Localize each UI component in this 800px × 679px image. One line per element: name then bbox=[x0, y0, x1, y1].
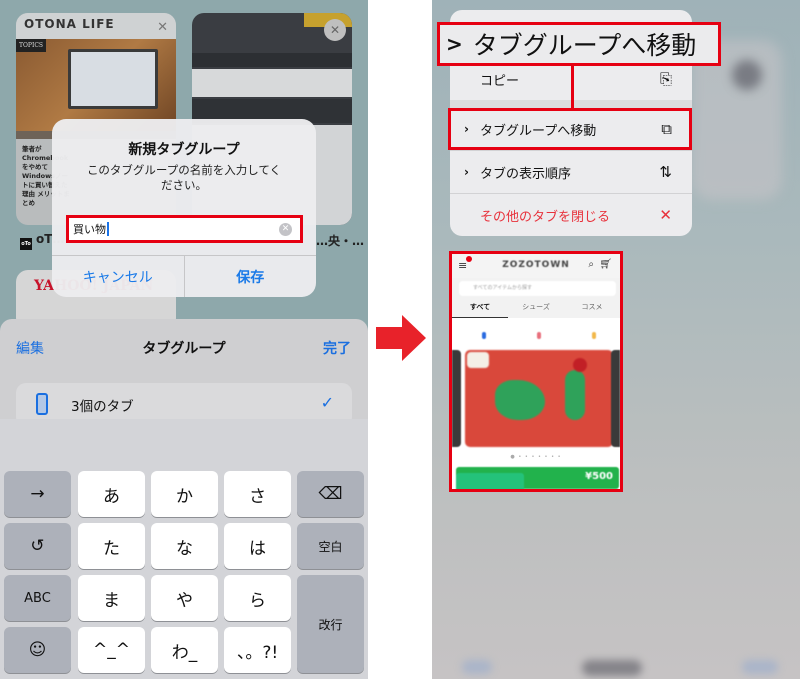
search-icon: ⌕ bbox=[588, 259, 594, 270]
edit-button[interactable]: 編集 bbox=[16, 338, 44, 358]
left-screenshot: OTONA LIFE ✕ TOPICS 筆者がChromebookをやめてWin… bbox=[0, 0, 368, 679]
promo-left bbox=[456, 473, 524, 489]
key-punct[interactable]: 、。?! bbox=[224, 627, 291, 673]
chevron-right-icon: › bbox=[464, 165, 469, 179]
tab-cosme: コスメ bbox=[581, 303, 603, 311]
abc-key[interactable]: ABC bbox=[4, 575, 71, 621]
key-ta[interactable]: た bbox=[78, 523, 145, 569]
chevron-right-icon: > bbox=[446, 32, 463, 56]
search-field: すべてのアイテムから探す bbox=[459, 281, 616, 296]
dialog-title: 新規タブグループ bbox=[128, 142, 240, 158]
japanese-kana-keyboard: → あかさ ⌫ ↺ たなは空白 ABC まやら改行 ☺ ^_^ わ_、。?! bbox=[0, 419, 368, 679]
topics-badge: TOPICS bbox=[16, 39, 47, 52]
sheet-title: タブグループ bbox=[142, 341, 226, 357]
site-logo: ZOZOTOWN bbox=[502, 260, 570, 270]
menu-item-label: その他のタブを閉じる bbox=[480, 209, 611, 225]
toolbar-ghost bbox=[462, 660, 492, 674]
tab-preview-zozotown[interactable]: ≡ ZOZOTOWN ⌕ 🛒︎ すべてのアイテムから探す すべて シューズ コス… bbox=[449, 251, 623, 492]
menu-item-label: タブの表示順序 bbox=[480, 166, 572, 182]
return-key[interactable]: 改行 bbox=[297, 575, 364, 673]
menu-item-close-other-tabs[interactable]: その他のタブを閉じる ✕ bbox=[450, 194, 692, 236]
close-tab-icon[interactable]: ✕ bbox=[324, 19, 346, 41]
indicator-dot bbox=[482, 332, 486, 339]
tab-group-label: 3個のタブ bbox=[71, 399, 134, 415]
key-a[interactable]: あ bbox=[78, 471, 145, 517]
key-ya[interactable]: や bbox=[151, 575, 218, 621]
key-sa[interactable]: さ bbox=[224, 471, 291, 517]
key-ra[interactable]: ら bbox=[224, 575, 291, 621]
tab-shoes: シューズ bbox=[522, 303, 550, 311]
right-screenshot: コピー ⎘ › タブグループへ移動 ⧉ › タブの表示順序 ⇅ その他のタブを閉… bbox=[432, 0, 800, 679]
key-ka[interactable]: か bbox=[151, 471, 218, 517]
new-tab-group-dialog: 新規タブグループ このタブグループの名前を入力してください。 買い物 ✕ キャン… bbox=[52, 119, 316, 297]
tab-group-name-input[interactable]: 買い物 ✕ bbox=[66, 215, 303, 243]
sort-icon: ⇅ bbox=[659, 163, 672, 181]
tab-title: …央・… bbox=[316, 234, 365, 248]
iphone-icon bbox=[36, 393, 48, 415]
key-na[interactable]: な bbox=[151, 523, 218, 569]
promo-strip: ¥500 bbox=[456, 467, 619, 489]
callout-connector bbox=[571, 66, 574, 110]
text-caret bbox=[107, 222, 109, 236]
page-indicator: ● • • • • • • • bbox=[510, 454, 562, 460]
cancel-button[interactable]: キャンセル bbox=[52, 256, 184, 297]
toolbar-ghost bbox=[582, 660, 642, 676]
favicon-icon: oTo bbox=[20, 238, 32, 250]
laptop-image bbox=[68, 49, 158, 109]
hero-image: TOPICS bbox=[16, 39, 176, 131]
menu-item-tab-order[interactable]: › タブの表示順序 ⇅ bbox=[450, 151, 692, 193]
indicator-dot bbox=[592, 332, 596, 339]
promo-banner bbox=[465, 350, 613, 447]
tab-all: すべて bbox=[452, 302, 508, 318]
promo-price: ¥500 bbox=[585, 471, 613, 482]
copy-icon: ⎘ bbox=[659, 70, 672, 88]
delete-key[interactable]: ⌫ bbox=[297, 471, 364, 517]
save-button[interactable]: 保存 bbox=[183, 256, 317, 297]
callout-label: > タブグループへ移動 bbox=[437, 22, 721, 66]
site-logo: OTONA LIFE bbox=[16, 13, 176, 39]
key-kaomoji[interactable]: ^_^ bbox=[78, 627, 145, 673]
highlight-box bbox=[448, 108, 692, 150]
checkmark-icon: ✓ bbox=[320, 393, 334, 412]
emoji-key[interactable]: ☺ bbox=[4, 627, 71, 673]
toolbar-ghost bbox=[742, 660, 778, 674]
category-tabs: すべて シューズ コスメ bbox=[452, 302, 620, 318]
dialog-buttons: キャンセル 保存 bbox=[52, 255, 316, 297]
cart-icon: 🛒︎ bbox=[599, 259, 612, 270]
callout-text: タブグループへ移動 bbox=[472, 31, 697, 60]
next-key[interactable]: → bbox=[4, 471, 71, 517]
background-blur bbox=[732, 60, 762, 90]
done-button[interactable]: 完了 bbox=[323, 338, 351, 358]
key-wa[interactable]: わ_ bbox=[151, 627, 218, 673]
space-key[interactable]: 空白 bbox=[297, 523, 364, 569]
menu-item-label: コピー bbox=[480, 73, 520, 89]
undo-key[interactable]: ↺ bbox=[4, 523, 71, 569]
content-strip bbox=[192, 53, 352, 67]
banner-next bbox=[611, 350, 620, 447]
close-icon: ✕ bbox=[659, 206, 672, 224]
clear-text-icon[interactable]: ✕ bbox=[279, 223, 292, 236]
key-ma[interactable]: ま bbox=[78, 575, 145, 621]
key-ha[interactable]: は bbox=[224, 523, 291, 569]
content-strip bbox=[192, 69, 352, 97]
right-arrow-icon bbox=[376, 315, 426, 361]
banner-prev bbox=[452, 350, 461, 447]
dialog-message: このタブグループの名前を入力してください。 bbox=[86, 163, 282, 192]
close-tab-icon[interactable]: ✕ bbox=[157, 20, 168, 35]
indicator-dot bbox=[537, 332, 541, 339]
input-value: 買い物 bbox=[73, 223, 106, 236]
